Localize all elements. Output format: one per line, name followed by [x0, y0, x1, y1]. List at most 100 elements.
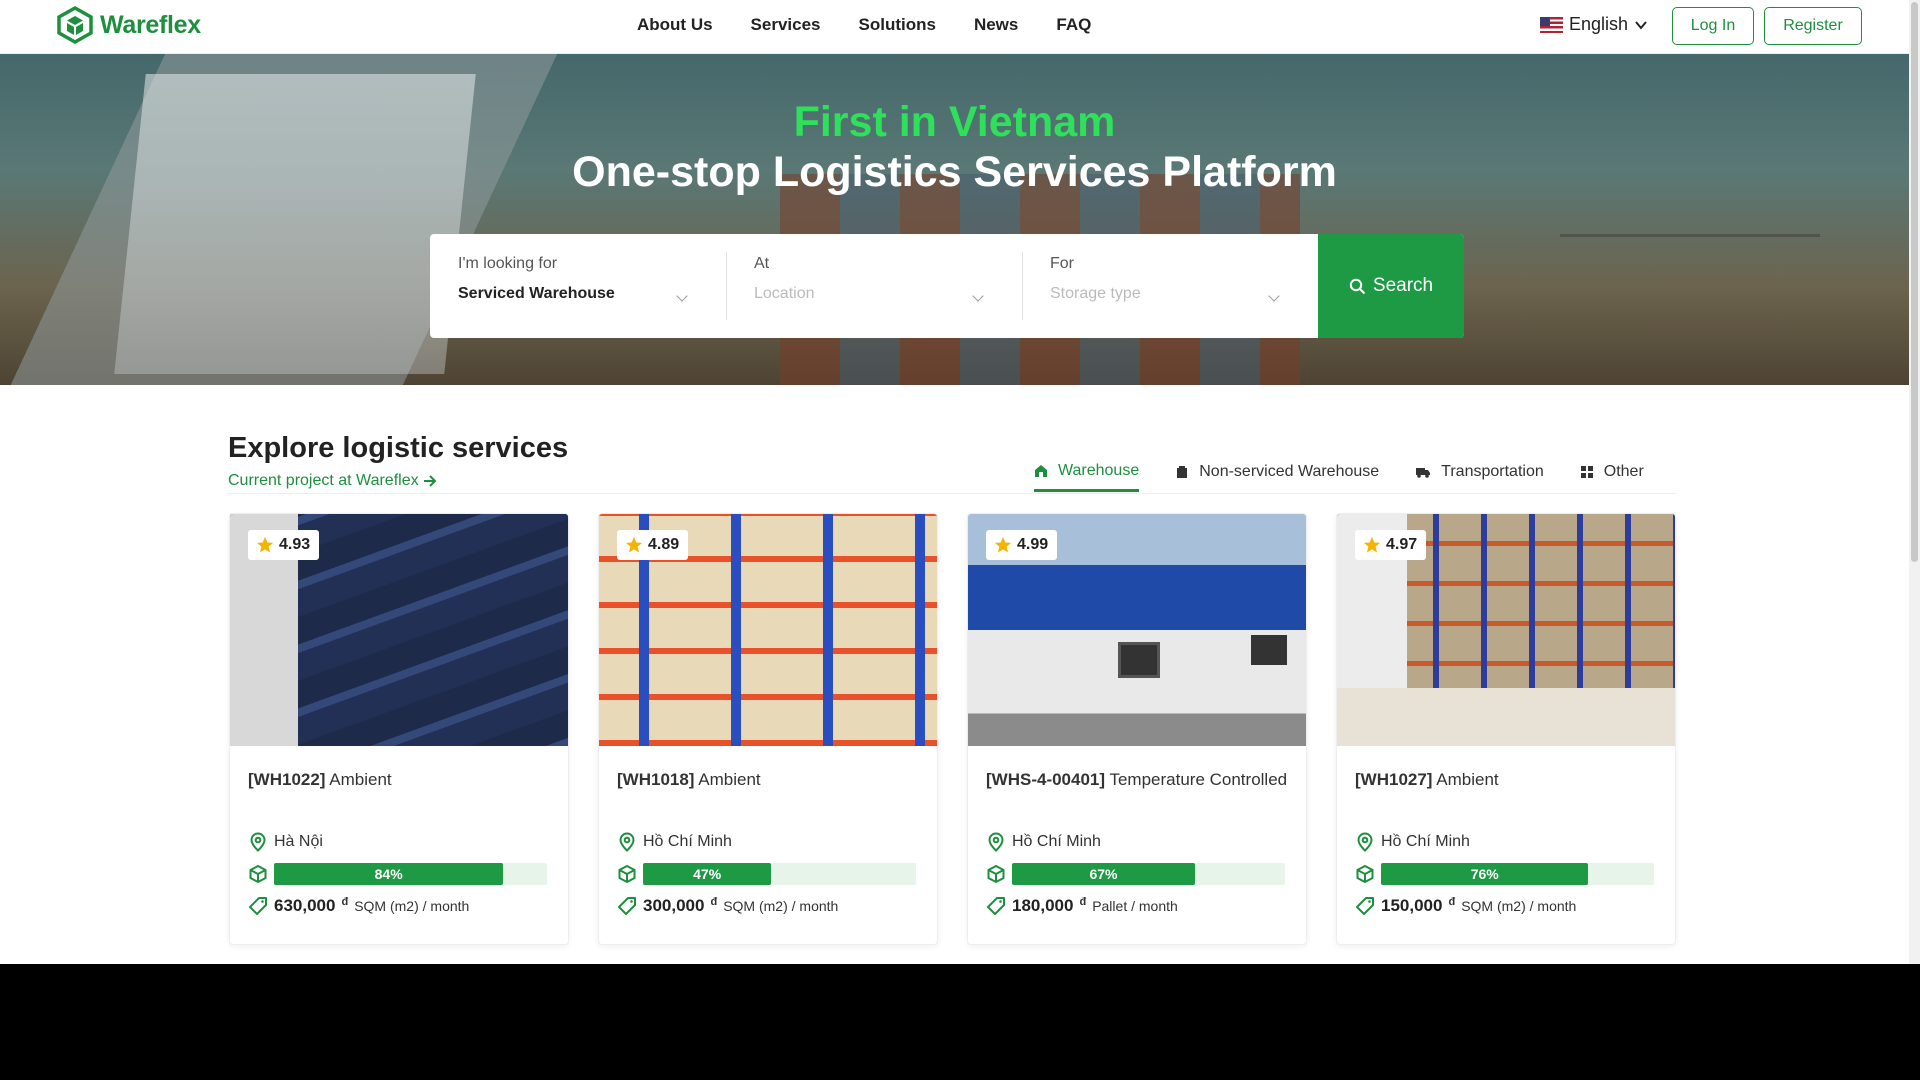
brand-logo[interactable]: Wareflex	[56, 6, 201, 44]
price-unit: SQM (m2) / month	[1461, 898, 1577, 914]
main-nav: About Us Services Solutions News FAQ	[637, 15, 1091, 35]
current-project-link[interactable]: Current project at Wareflex	[228, 472, 437, 490]
nav-faq[interactable]: FAQ	[1056, 15, 1091, 35]
price-unit: Pallet / month	[1092, 898, 1178, 914]
nav-solutions[interactable]: Solutions	[859, 15, 936, 35]
scrollbar-thumb[interactable]	[1911, 2, 1918, 562]
warehouse-type: Ambient	[329, 770, 392, 789]
tab-other[interactable]: Other	[1580, 450, 1644, 492]
location-text: Hồ Chí Minh	[1012, 833, 1101, 850]
brand-name: Wareflex	[100, 10, 201, 39]
location-text: Hà Nội	[274, 833, 323, 850]
rating-value: 4.89	[648, 536, 680, 553]
box-icon	[1356, 864, 1374, 884]
box-icon	[618, 864, 636, 884]
language-selector[interactable]: English	[1540, 14, 1648, 35]
location-pin-icon	[1357, 832, 1373, 852]
warehouse-title: [WH1027] Ambient	[1355, 766, 1657, 826]
nav-about-us[interactable]: About Us	[637, 15, 713, 35]
location-row: Hà Nội	[248, 826, 550, 858]
tab-non-serviced-label: Non-serviced Warehouse	[1199, 463, 1380, 480]
tab-non-serviced-warehouse[interactable]: Non-serviced Warehouse	[1175, 450, 1379, 492]
service-tabs: Warehouse Non-serviced Warehouse Transpo…	[1034, 450, 1644, 492]
occupancy-row: 47%	[617, 858, 919, 890]
page-scrollbar[interactable]	[1909, 0, 1920, 964]
tab-other-label: Other	[1603, 463, 1644, 480]
register-button[interactable]: Register	[1764, 7, 1862, 45]
occupancy-bar: 67%	[1012, 863, 1285, 885]
rating-value: 4.93	[279, 536, 311, 553]
occupancy-row: 76%	[1355, 858, 1657, 890]
warehouse-code: [WH1018]	[617, 770, 695, 789]
occupancy-bar: 47%	[643, 863, 916, 885]
warehouse-title: [WHS-4-00401] Temperature Controlled	[986, 766, 1288, 826]
price-tag-icon	[249, 897, 267, 915]
building-icon	[1177, 466, 1188, 478]
warehouse-card[interactable]: 4.89 [WH1018] Ambient Hồ Chí Minh 47% 30…	[598, 513, 938, 945]
hero-crane-image	[1560, 234, 1820, 384]
price-tag-icon	[1356, 897, 1374, 915]
warehouse-code: [WH1022]	[248, 770, 326, 789]
rating-value: 4.97	[1386, 536, 1418, 553]
price-value: 150,000	[1381, 896, 1443, 915]
nav-services[interactable]: Services	[751, 15, 821, 35]
currency-symbol: đ	[710, 896, 718, 908]
search-button[interactable]: Search	[1318, 234, 1464, 338]
rating-badge: 4.97	[1355, 530, 1427, 560]
price-row: 300,000 đ SQM (m2) / month	[617, 890, 919, 922]
warehouse-photo: 4.93	[230, 514, 568, 746]
warehouse-photo: 4.99	[968, 514, 1306, 746]
chevron-down-icon	[1635, 20, 1647, 30]
location-placeholder: Location	[754, 285, 815, 302]
login-button[interactable]: Log In	[1672, 7, 1754, 45]
storage-type-select[interactable]: For Storage type	[1022, 234, 1318, 338]
warehouse-card[interactable]: 4.93 [WH1022] Ambient Hà Nội 84% 630,000…	[229, 513, 569, 945]
location-pin-icon	[250, 832, 266, 852]
service-type-label: I'm looking for	[458, 255, 558, 272]
arrow-right-icon	[423, 475, 437, 487]
us-flag-icon	[1540, 16, 1563, 33]
warehouse-type: Ambient	[698, 770, 761, 789]
occupancy-row: 67%	[986, 858, 1288, 890]
box-icon	[249, 864, 267, 884]
search-icon	[1349, 278, 1366, 294]
nav-news[interactable]: News	[974, 15, 1018, 35]
price-row: 630,000 đ SQM (m2) / month	[248, 890, 550, 922]
warehouse-card[interactable]: 4.97 [WH1027] Ambient Hồ Chí Minh 76% 15…	[1336, 513, 1676, 945]
search-panel: I'm looking for Serviced Warehouse At Lo…	[430, 234, 1464, 338]
location-text: Hồ Chí Minh	[643, 833, 732, 850]
warehouse-card[interactable]: 4.99 [WHS-4-00401] Temperature Controlle…	[967, 513, 1307, 945]
price-row: 180,000 đ Pallet / month	[986, 890, 1288, 922]
occupancy-label: 67%	[1089, 866, 1118, 882]
box-icon	[987, 864, 1005, 884]
star-icon	[994, 536, 1012, 553]
price-value: 630,000	[274, 896, 336, 915]
tab-warehouse[interactable]: Warehouse	[1034, 450, 1140, 492]
warehouse-code: [WHS-4-00401]	[986, 770, 1106, 789]
rating-value: 4.99	[1017, 536, 1049, 553]
star-icon	[256, 536, 274, 553]
location-select[interactable]: At Location	[726, 234, 1022, 338]
page: Wareflex About Us Services Solutions New…	[0, 0, 1909, 964]
occupancy-row: 84%	[248, 858, 550, 890]
star-icon	[625, 536, 643, 553]
warehouse-type: Temperature Controlled	[1109, 770, 1288, 789]
tabs-divider	[228, 493, 1676, 494]
tab-transportation[interactable]: Transportation	[1415, 450, 1544, 492]
price-tag-icon	[987, 897, 1005, 915]
location-row: Hồ Chí Minh	[1355, 826, 1657, 858]
occupancy-label: 84%	[374, 866, 403, 882]
location-text: Hồ Chí Minh	[1381, 833, 1470, 850]
rating-badge: 4.99	[986, 530, 1058, 560]
warehouse-photo: 4.97	[1337, 514, 1675, 746]
warehouse-card-list: 4.93 [WH1022] Ambient Hà Nội 84% 630,000…	[229, 513, 1676, 945]
tab-warehouse-label: Warehouse	[1058, 461, 1140, 479]
rating-badge: 4.93	[248, 530, 320, 560]
price-value: 180,000	[1012, 896, 1074, 915]
price-unit: SQM (m2) / month	[723, 898, 839, 914]
price-value: 300,000	[643, 896, 705, 915]
occupancy-label: 76%	[1470, 866, 1499, 882]
service-type-select[interactable]: I'm looking for Serviced Warehouse	[430, 234, 726, 338]
warehouse-photo: 4.89	[599, 514, 937, 746]
warehouse-title: [WH1018] Ambient	[617, 766, 919, 826]
